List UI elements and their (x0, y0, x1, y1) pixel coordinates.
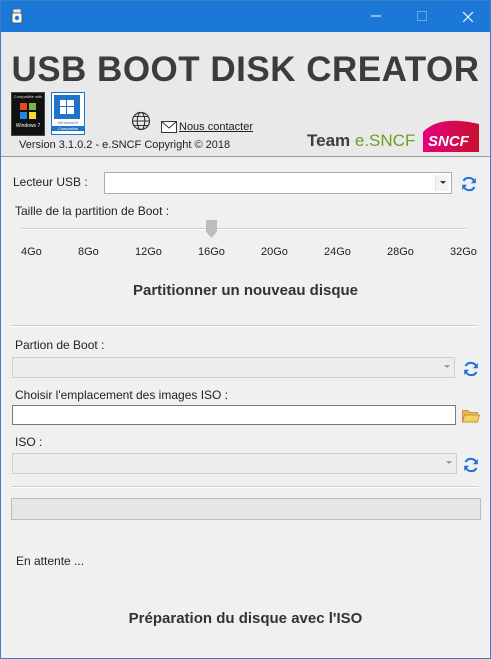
sncf-logo: SNCF (423, 120, 479, 152)
boot-partition-label: Partion de Boot : (15, 338, 105, 352)
maximize-button[interactable] (399, 1, 445, 32)
tick-label: 8Go (78, 246, 99, 258)
badge7-line1: Compatible with (13, 94, 43, 99)
usb-app-icon (11, 8, 23, 24)
maximize-icon (417, 11, 427, 21)
header: USB BOOT DISK CREATOR Compatible with Wi… (1, 32, 490, 156)
version-text: Version 3.1.0.2 - e.SNCF Copyright © 201… (19, 139, 231, 151)
team-label: Team e.SNCF (307, 131, 415, 151)
tick-label: 24Go (324, 246, 351, 258)
windows10-badge: Windows10 Compatible (51, 92, 85, 135)
tick-label: 16Go (198, 246, 225, 258)
contact-link[interactable]: Nous contacter (179, 121, 253, 133)
iso-location-label: Choisir l'emplacement des images ISO : (15, 388, 229, 402)
progress-bar (11, 498, 481, 520)
envelope-icon[interactable] (161, 121, 177, 133)
windows10-tile (54, 95, 80, 119)
close-button[interactable] (445, 1, 490, 32)
boot-partition-select[interactable] (12, 357, 455, 378)
prepare-iso-button[interactable]: Préparation du disque avec l'ISO (1, 610, 490, 627)
app-window: USB BOOT DISK CREATOR Compatible with Wi… (0, 0, 491, 659)
windows7-logo-icon (20, 103, 36, 119)
main-panel: Lecteur USB : Taille de la partition de … (1, 156, 490, 658)
close-icon (462, 11, 474, 23)
partition-button[interactable]: Partitionner un nouveau disque (1, 282, 490, 299)
iso-select[interactable] (12, 453, 457, 474)
team-name: e.SNCF (354, 131, 416, 150)
team-prefix: Team (307, 131, 355, 150)
iso-location-input[interactable] (12, 405, 456, 425)
tick-label: 20Go (261, 246, 288, 258)
refresh-usb-icon[interactable] (460, 175, 478, 193)
iso-label: ISO : (15, 435, 43, 449)
tick-label: 4Go (21, 246, 42, 258)
usb-dropdown-button[interactable] (435, 175, 449, 191)
chevron-down-icon (440, 181, 446, 184)
chevron-down-icon (446, 461, 452, 464)
divider (11, 486, 478, 488)
refresh-partition-icon[interactable] (462, 360, 480, 378)
badge10-line1: Windows10 (57, 120, 79, 125)
sncf-logo-text: SNCF (428, 133, 470, 150)
title-bar[interactable] (1, 1, 490, 32)
minimize-button[interactable] (353, 1, 399, 32)
app-title: USB BOOT DISK CREATOR (11, 50, 480, 89)
minimize-icon (371, 15, 381, 17)
tick-label: 12Go (135, 246, 162, 258)
partition-size-slider-thumb[interactable] (206, 220, 217, 238)
globe-icon[interactable] (131, 111, 151, 131)
tick-label: 32Go (450, 246, 477, 258)
partition-size-slider-track[interactable] (21, 228, 466, 230)
folder-open-icon[interactable] (462, 409, 480, 423)
partition-size-label: Taille de la partition de Boot : (15, 204, 170, 218)
tick-label: 28Go (387, 246, 414, 258)
windows10-logo-icon (60, 100, 74, 114)
divider (11, 325, 478, 327)
badge7-line2: Windows 7 (15, 123, 41, 129)
chevron-down-icon (444, 365, 450, 368)
refresh-iso-icon[interactable] (462, 456, 480, 474)
usb-label: Lecteur USB : (13, 175, 88, 189)
badge10-line2: Compatible (52, 126, 84, 131)
status-text: En attente ... (16, 554, 85, 568)
usb-drive-select[interactable] (104, 172, 452, 194)
windows7-badge: Compatible with Windows 7 (11, 92, 45, 136)
